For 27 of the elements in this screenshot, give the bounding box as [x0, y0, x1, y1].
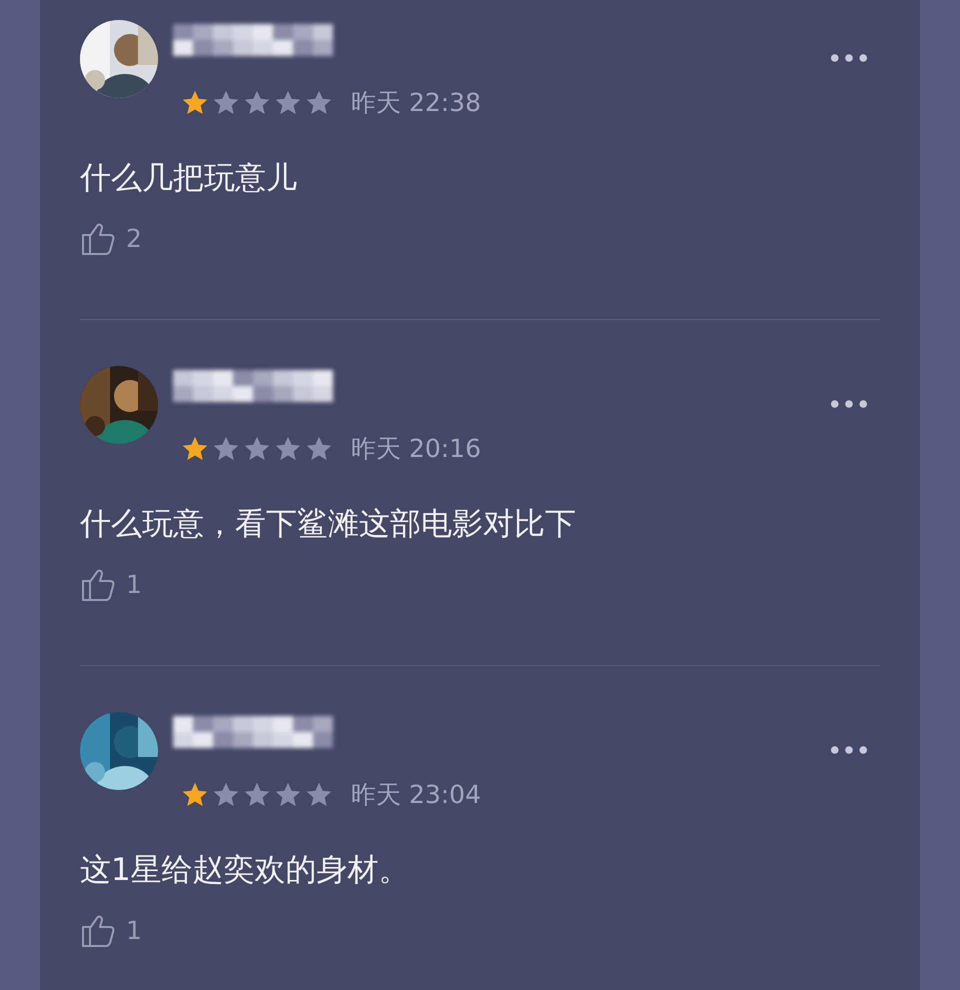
- more-icon[interactable]: [830, 745, 868, 755]
- star-icon: [243, 434, 271, 462]
- star-icon: [181, 434, 209, 462]
- star-icon: [212, 434, 240, 462]
- comment-text: 这1星给赵奕欢的身材。: [80, 851, 411, 890]
- star-icon: [243, 780, 271, 808]
- star-icon: [274, 88, 302, 116]
- timestamp: 昨天 23:04: [351, 779, 481, 811]
- like-count: 1: [126, 570, 142, 598]
- star-icon: [274, 434, 302, 462]
- comment-text: 什么几把玩意儿: [80, 159, 298, 198]
- star-icon: [305, 434, 333, 462]
- star-icon: [243, 88, 271, 116]
- timestamp: 昨天 22:38: [351, 87, 481, 119]
- star-icon: [212, 88, 240, 116]
- star-icon: [181, 780, 209, 808]
- comment-text: 什么玩意，看下鲨滩这部电影对比下: [80, 505, 577, 544]
- more-icon[interactable]: [830, 53, 868, 63]
- star-icon: [305, 88, 333, 116]
- more-icon[interactable]: [830, 399, 868, 409]
- like-count: 1: [126, 916, 142, 944]
- star-icon: [212, 780, 240, 808]
- timestamp: 昨天 20:16: [351, 433, 481, 465]
- star-icon: [305, 780, 333, 808]
- star-icon: [181, 88, 209, 116]
- like-count: 2: [126, 224, 142, 252]
- star-icon: [274, 780, 302, 808]
